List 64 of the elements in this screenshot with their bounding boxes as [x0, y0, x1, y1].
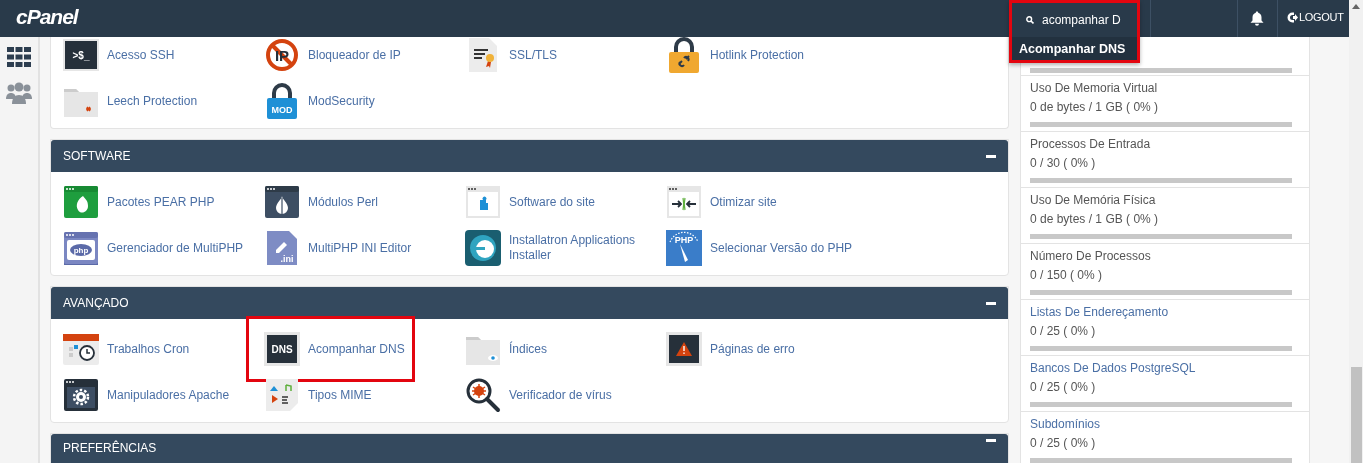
search-field[interactable]: acompanhar D: [1042, 11, 1137, 29]
apps-grid-icon[interactable]: [7, 47, 31, 67]
tool-link[interactable]: MOD ModSecurity: [264, 83, 465, 119]
icon-text: PHP: [674, 235, 694, 245]
tool-link[interactable]: PHP Selecionar Versão do PHP: [666, 230, 867, 266]
section-title: SOFTWARE: [63, 148, 131, 165]
media-files-icon: [264, 377, 300, 413]
icon-text: php: [73, 246, 89, 255]
stat-value: 0 / 25 ( 0% ): [1030, 324, 1097, 339]
stat-link[interactable]: Listas De Endereçamento: [1030, 305, 1300, 320]
stat-value: 0 / 150 ( 0% ): [1030, 268, 1104, 283]
tool-link[interactable]: Leech Protection: [63, 83, 264, 119]
tool-link[interactable]: Software do site: [465, 184, 666, 220]
icon-text: >$_: [72, 50, 90, 61]
tool-link[interactable]: Otimizar site: [666, 184, 867, 220]
scroll-up-icon[interactable]: [1352, 4, 1360, 9]
tool-link[interactable]: Tipos MIME: [264, 377, 465, 413]
icon-text: MOD: [271, 105, 293, 115]
tool-link[interactable]: Installatron Applications Installer: [465, 230, 666, 266]
section-title: AVANÇADO: [63, 295, 129, 312]
stat-value: 0 / 30 ( 0% ): [1030, 156, 1097, 171]
collapse-icon[interactable]: [986, 154, 996, 158]
stat-link[interactable]: Bancos De Dados PostgreSQL: [1030, 361, 1300, 376]
logo[interactable]: cPanel: [0, 0, 78, 37]
stat-title: Uso De Memoria Virtual: [1030, 81, 1159, 96]
logout-link[interactable]: LOGOUT: [1287, 9, 1344, 26]
scrollbar[interactable]: [1349, 0, 1363, 463]
bell-icon[interactable]: [1250, 11, 1264, 27]
users-icon[interactable]: [6, 82, 32, 104]
stat-value: 0 de bytes / 1 GB ( 0% ): [1030, 212, 1160, 227]
puzzle-icon: [465, 184, 501, 220]
tool-link[interactable]: .ini MultiPHP INI Editor: [264, 230, 465, 266]
tool-link[interactable]: Pacotes PEAR PHP: [63, 184, 264, 220]
tool-link[interactable]: Hotlink Protection: [666, 37, 867, 73]
warning-screen-icon: [666, 331, 702, 367]
tool-link[interactable]: >$_ Acesso SSH: [63, 37, 264, 73]
section-title: PREFERÊNCIAS: [63, 439, 157, 457]
tool-link[interactable]: Verificador de vírus: [465, 377, 666, 413]
pear-icon: [63, 184, 99, 220]
compress-arrows-icon: [666, 184, 702, 220]
stat-link[interactable]: Subdomínios: [1030, 417, 1300, 432]
calendar-clock-icon: [63, 331, 99, 367]
stat-title: Uso De Memória Física: [1030, 193, 1157, 208]
onion-icon: [264, 184, 300, 220]
icon-text: DNS: [271, 344, 293, 355]
logout-icon: [1287, 11, 1298, 23]
tool-link[interactable]: Índices: [465, 331, 666, 367]
tool-link[interactable]: php Gerenciador de MultiPHP: [63, 230, 264, 266]
tool-link[interactable]: Manipuladores Apache: [63, 377, 264, 413]
icon-text: .ini: [280, 254, 294, 264]
collapse-icon[interactable]: [986, 301, 996, 305]
stat-value: 0 / 25 ( 0% ): [1030, 380, 1097, 395]
tool-link[interactable]: SSL/TLS: [465, 37, 666, 73]
stat-title: Número De Processos: [1030, 249, 1152, 264]
stat-title: Processos De Entrada: [1030, 137, 1152, 152]
suggestion-item[interactable]: Acompanhar DNS: [1012, 37, 1137, 60]
search-icon: [1026, 15, 1034, 25]
gear-window-icon: [63, 377, 99, 413]
tool-link[interactable]: Páginas de erro: [666, 331, 867, 367]
scrollbar-thumb[interactable]: [1351, 367, 1362, 463]
stat-value: 0 de bytes / 1 GB ( 0% ): [1030, 100, 1160, 115]
stat-value: 0 / 25 ( 0% ): [1030, 436, 1097, 451]
magnifier-bug-icon: [465, 377, 501, 413]
tool-link[interactable]: Módulos Perl: [264, 184, 465, 220]
